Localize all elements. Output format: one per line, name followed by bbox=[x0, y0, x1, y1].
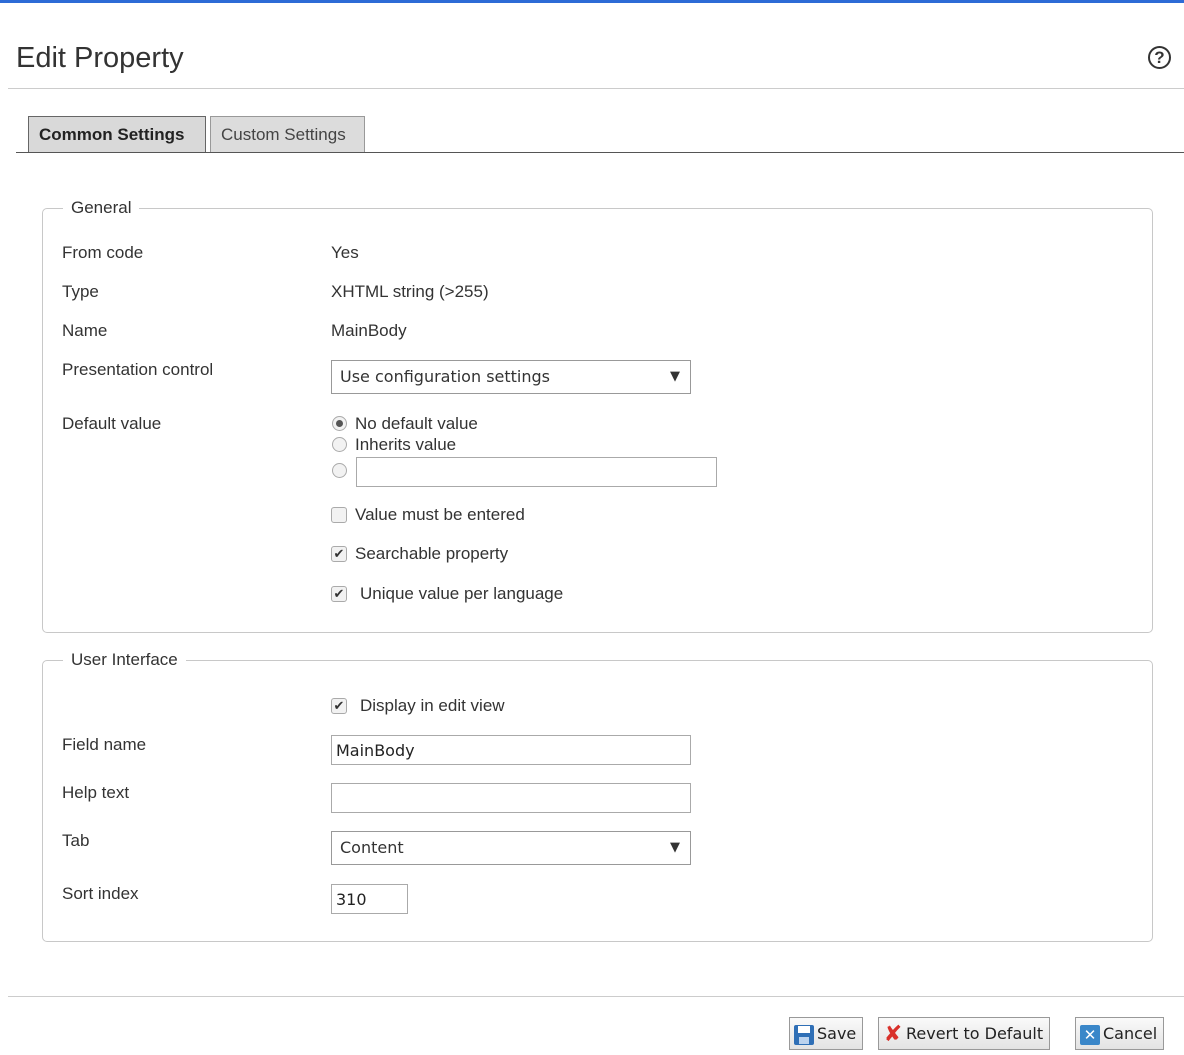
checkbox-display-in-edit-view[interactable]: ✔ bbox=[331, 698, 347, 714]
revert-button-label: Revert to Default bbox=[906, 1024, 1044, 1043]
type-label: Type bbox=[62, 282, 99, 301]
field-name-input[interactable] bbox=[331, 735, 691, 765]
default-value-label: Default value bbox=[62, 414, 162, 433]
from-code-value: Yes bbox=[331, 243, 359, 262]
presentation-control-label: Presentation control bbox=[62, 360, 214, 379]
floppy-disk-icon bbox=[794, 1024, 814, 1045]
checkbox-value-must-be-entered-label: Value must be entered bbox=[355, 505, 525, 524]
sort-index-input[interactable] bbox=[331, 884, 408, 914]
checkbox-value-must-be-entered[interactable] bbox=[331, 507, 347, 523]
checkbox-display-in-edit-view-label: Display in edit view bbox=[360, 696, 505, 715]
radio-no-default-value-label: No default value bbox=[355, 414, 478, 433]
user-interface-legend: User Interface bbox=[71, 650, 178, 669]
radio-custom-value[interactable] bbox=[332, 463, 347, 478]
checkbox-searchable-property-label: Searchable property bbox=[355, 544, 509, 563]
tab-label: Tab bbox=[62, 831, 90, 850]
presentation-control-value: Use configuration settings bbox=[340, 367, 550, 386]
tab-common-settings[interactable]: Common Settings bbox=[28, 116, 206, 153]
tab-select[interactable]: Content ▼ bbox=[331, 831, 691, 865]
red-x-icon: ✘ bbox=[883, 1021, 903, 1047]
tab-select-value: Content bbox=[340, 838, 404, 857]
help-icon[interactable]: ? bbox=[1148, 46, 1171, 69]
radio-inherits-value[interactable] bbox=[332, 437, 347, 452]
tab-custom-settings[interactable]: Custom Settings bbox=[210, 116, 365, 152]
name-label: Name bbox=[62, 321, 108, 340]
save-button-label: Save bbox=[817, 1024, 857, 1043]
top-accent-border bbox=[0, 0, 1184, 3]
save-button[interactable]: Save bbox=[789, 1017, 864, 1050]
radio-no-default-value[interactable] bbox=[332, 416, 347, 431]
help-text-label: Help text bbox=[62, 783, 130, 802]
name-value: MainBody bbox=[331, 321, 407, 340]
cancel-x-icon: ✕ bbox=[1080, 1024, 1100, 1045]
checkbox-unique-value-per-language-label: Unique value per language bbox=[360, 584, 564, 603]
checkbox-searchable-property[interactable]: ✔ bbox=[331, 546, 347, 562]
dropdown-arrow-icon: ▼ bbox=[670, 840, 680, 855]
custom-default-value-input[interactable] bbox=[356, 457, 717, 487]
from-code-label: From code bbox=[62, 243, 144, 262]
general-fieldset: General bbox=[42, 198, 1153, 633]
field-name-label: Field name bbox=[62, 735, 147, 754]
general-legend: General bbox=[71, 198, 132, 217]
title-divider bbox=[8, 88, 1184, 89]
page-title: Edit Property bbox=[16, 42, 184, 74]
help-text-input[interactable] bbox=[331, 783, 691, 813]
sort-index-label: Sort index bbox=[62, 884, 139, 903]
dropdown-arrow-icon: ▼ bbox=[670, 369, 680, 384]
tab-strip-line bbox=[16, 152, 1184, 153]
revert-to-default-button[interactable]: ✘ Revert to Default bbox=[878, 1017, 1051, 1050]
radio-inherits-value-label: Inherits value bbox=[355, 435, 457, 454]
presentation-control-select[interactable]: Use configuration settings ▼ bbox=[331, 360, 691, 394]
cancel-button-label: Cancel bbox=[1103, 1024, 1158, 1043]
cancel-button[interactable]: ✕ Cancel bbox=[1075, 1017, 1165, 1050]
checkbox-unique-value-per-language[interactable]: ✔ bbox=[331, 586, 347, 602]
footer-divider bbox=[8, 996, 1184, 997]
type-value: XHTML string (>255) bbox=[331, 282, 489, 301]
